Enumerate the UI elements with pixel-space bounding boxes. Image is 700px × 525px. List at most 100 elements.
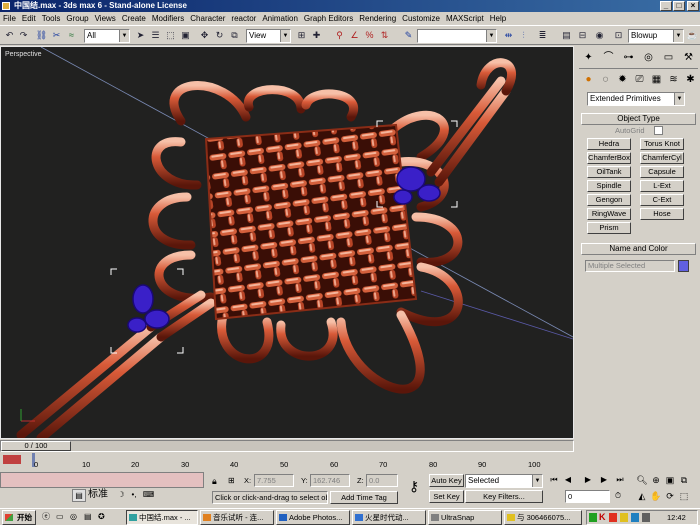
ime-punctuation-icon[interactable]: •, xyxy=(128,489,140,502)
task-music[interactable]: 音乐试听 - 连... xyxy=(200,510,274,525)
current-frame-field[interactable]: 0 xyxy=(565,490,610,503)
window-crossing-icon[interactable]: ▣ xyxy=(179,29,192,42)
snap-toggle-icon[interactable]: ⚲ xyxy=(333,29,346,42)
perspective-viewport[interactable]: Perspective xyxy=(0,46,574,439)
go-to-end-icon[interactable]: ⏭ xyxy=(614,474,626,486)
tray-k-icon[interactable]: K xyxy=(599,512,606,522)
material-editor-icon[interactable]: ◉ xyxy=(593,29,606,42)
render-type-dropdown[interactable]: Blowup ▼ xyxy=(628,29,684,43)
gengon-button[interactable]: Gengon xyxy=(587,194,631,206)
tray-volume-icon[interactable] xyxy=(642,513,650,522)
zoom-all-icon[interactable]: ⊕ xyxy=(650,474,662,486)
menu-help[interactable]: Help xyxy=(490,14,506,23)
curve-editor-icon[interactable]: ▤ xyxy=(560,29,573,42)
minimize-button[interactable]: _ xyxy=(660,1,672,11)
render-scene-icon[interactable]: ⊡ xyxy=(612,29,625,42)
quick-render-icon[interactable]: ☕ xyxy=(686,29,699,42)
tray-network-icon[interactable] xyxy=(631,513,639,522)
task-3dsmax[interactable]: 中国结.max - ... xyxy=(126,510,198,525)
task-browser[interactable]: 火星时代动... xyxy=(352,510,426,525)
ime-mode-label[interactable]: 标准 xyxy=(88,489,114,502)
next-frame-icon[interactable]: ▶ xyxy=(598,474,610,486)
ime-keyboard-icon[interactable]: ⌨ xyxy=(141,489,156,502)
menu-animation[interactable]: Animation xyxy=(262,14,298,23)
object-name-field[interactable]: Multiple Selected xyxy=(585,260,675,272)
hose-button[interactable]: Hose xyxy=(640,208,684,220)
app-quicklaunch-icon[interactable]: ✪ xyxy=(98,512,108,522)
maximize-button[interactable]: □ xyxy=(673,1,685,11)
chamfercyl-button[interactable]: ChamferCyl xyxy=(640,152,684,164)
pan-icon[interactable]: ✋ xyxy=(650,490,662,502)
play-icon[interactable]: ▶ xyxy=(581,474,595,486)
torus-knot-button[interactable]: Torus Knot xyxy=(640,138,684,150)
menu-character[interactable]: Character xyxy=(190,14,225,23)
menu-customize[interactable]: Customize xyxy=(402,14,440,23)
menu-file[interactable]: File xyxy=(3,14,16,23)
ie-quicklaunch-icon[interactable]: ⓔ xyxy=(42,512,52,522)
l-ext-button[interactable]: L-Ext xyxy=(640,180,684,192)
absolute-mode-icon[interactable]: ⊞ xyxy=(228,476,240,486)
menu-reactor[interactable]: reactor xyxy=(231,14,256,23)
lights-icon[interactable]: ✹ xyxy=(615,72,630,87)
time-configuration-icon[interactable]: ⏱ xyxy=(612,490,624,502)
unlink-icon[interactable]: ✂ xyxy=(50,29,63,42)
set-key-mode-icon[interactable]: ⚷ xyxy=(402,478,426,494)
folder-quicklaunch-icon[interactable]: ▤ xyxy=(84,512,94,522)
maximize-viewport-icon[interactable]: ⬚ xyxy=(678,490,690,502)
zoom-icon[interactable]: 🔍︎ xyxy=(636,474,648,486)
select-and-link-icon[interactable]: ⛓ xyxy=(35,29,48,42)
task-chat[interactable]: 与 306466075... xyxy=(504,510,582,525)
space-warps-icon[interactable]: ≋ xyxy=(666,72,681,87)
hedra-button[interactable]: Hedra xyxy=(587,138,631,150)
zoom-extents-icon[interactable]: ▣ xyxy=(664,474,676,486)
modify-tab-icon[interactable]: ⌒ xyxy=(601,50,616,65)
field-of-view-icon[interactable]: ◭ xyxy=(636,490,648,502)
named-selection-sets-icon[interactable]: ✎ xyxy=(402,29,415,42)
angle-snap-icon[interactable]: ∠ xyxy=(348,29,361,42)
schematic-view-icon[interactable]: ⊟ xyxy=(576,29,589,42)
selection-filter-dropdown[interactable]: All ▼ xyxy=(84,29,130,43)
create-tab-icon[interactable]: ✦ xyxy=(581,50,596,65)
named-selection-dropdown[interactable]: ▼ xyxy=(417,29,497,43)
reference-coordinate-dropdown[interactable]: View ▼ xyxy=(246,29,291,43)
select-object-icon[interactable]: ➤ xyxy=(134,29,147,42)
cameras-icon[interactable]: ⎚ xyxy=(632,72,647,87)
set-key-button[interactable]: Set Key xyxy=(429,490,464,503)
rectangular-selection-icon[interactable]: ⬚ xyxy=(164,29,177,42)
hierarchy-tab-icon[interactable]: ⊶ xyxy=(621,50,636,65)
task-photoshop[interactable]: Adobe Photos... xyxy=(276,510,350,525)
time-slider-track[interactable]: 0 / 100 xyxy=(0,440,574,452)
ime-toggle-icon[interactable]: ▤ xyxy=(72,489,86,502)
clock[interactable]: 12:42 xyxy=(667,513,686,522)
menu-edit[interactable]: Edit xyxy=(22,14,36,23)
tray-qq-icon[interactable] xyxy=(620,513,628,522)
shapes-icon[interactable]: ◌ xyxy=(598,72,613,87)
capsule-button[interactable]: Capsule xyxy=(640,166,684,178)
name-and-color-rollout[interactable]: Name and Color xyxy=(581,243,696,255)
arc-rotate-icon[interactable]: ⟳ xyxy=(664,490,676,502)
previous-frame-icon[interactable]: ◀ xyxy=(562,474,574,486)
select-and-manipulate-icon[interactable]: ✚ xyxy=(310,29,323,42)
desktop-quicklaunch-icon[interactable]: ▭ xyxy=(56,512,66,522)
close-button[interactable]: × xyxy=(687,1,699,11)
display-tab-icon[interactable]: ▭ xyxy=(661,50,676,65)
menu-graph-editors[interactable]: Graph Editors xyxy=(304,14,353,23)
select-and-scale-icon[interactable]: ⧉ xyxy=(228,29,241,42)
go-to-start-icon[interactable]: ⏮ xyxy=(548,474,560,486)
layer-manager-icon[interactable]: ≣ xyxy=(536,29,549,42)
key-mode-dropdown[interactable]: Selected ▼ xyxy=(465,474,543,488)
helpers-icon[interactable]: ▦ xyxy=(649,72,664,87)
select-and-rotate-icon[interactable]: ↻ xyxy=(213,29,226,42)
zoom-extents-all-icon[interactable]: ⧉ xyxy=(678,474,690,486)
z-coordinate-field[interactable]: 0.0 xyxy=(366,474,398,487)
start-button[interactable]: 开始 xyxy=(2,510,36,525)
chamferbox-button[interactable]: ChamferBox xyxy=(587,152,631,164)
object-color-swatch[interactable] xyxy=(678,260,689,272)
tray-app-icon[interactable] xyxy=(589,513,597,522)
spinner-snap-icon[interactable]: ⇅ xyxy=(378,29,391,42)
systems-icon[interactable]: ✱ xyxy=(683,72,698,87)
undo-icon[interactable]: ↶ xyxy=(3,29,16,42)
key-filters-button[interactable]: Key Filters... xyxy=(465,490,543,503)
oiltank-button[interactable]: OilTank xyxy=(587,166,631,178)
select-and-move-icon[interactable]: ✥ xyxy=(198,29,211,42)
